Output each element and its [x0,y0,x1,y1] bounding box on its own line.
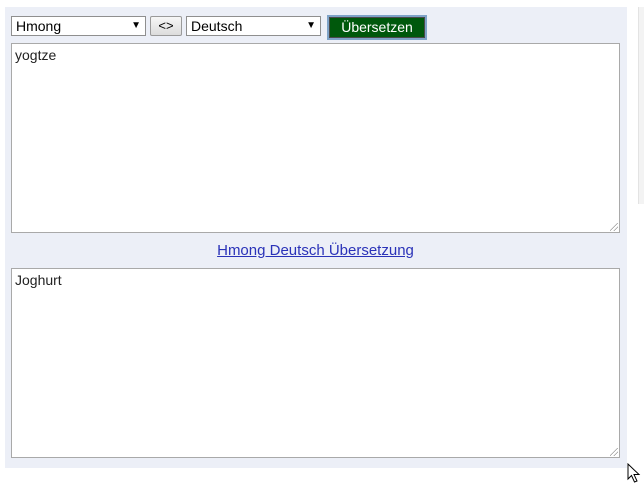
target-text-value: Joghurt [15,272,62,288]
target-language-value: Deutsch [191,18,243,34]
source-language-select[interactable]: Hmong ▼ [11,16,146,36]
source-text-input[interactable]: yogtze [11,43,620,233]
chevron-down-icon: ▼ [131,20,141,31]
side-scroll-area [638,7,644,204]
resize-grip-icon[interactable] [610,448,618,456]
swap-languages-button[interactable]: <> [150,16,182,36]
source-language-value: Hmong [16,18,62,34]
target-language-select[interactable]: Deutsch ▼ [186,16,321,36]
target-text-output[interactable]: Joghurt [11,268,620,458]
mouse-pointer-icon [627,463,641,483]
translation-page-link[interactable]: Hmong Deutsch Übersetzung [11,242,620,260]
translate-button[interactable]: Übersetzen [327,15,427,40]
resize-grip-icon[interactable] [610,223,618,231]
chevron-down-icon: ▼ [306,20,316,31]
source-text-value: yogtze [15,47,57,63]
